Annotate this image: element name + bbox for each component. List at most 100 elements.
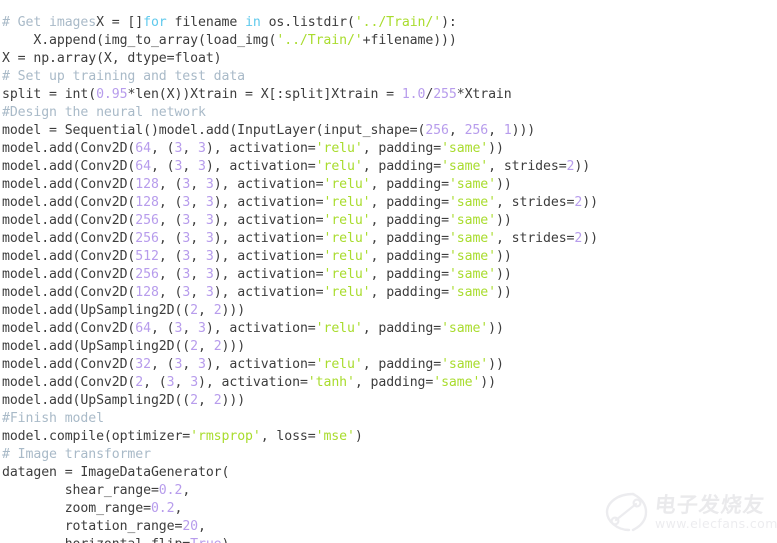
code-token-string: 'same' [448, 213, 496, 229]
code-token-plain: zoom_range= [2, 501, 151, 517]
code-token-plain: , strides= [495, 195, 575, 211]
code-token-plain: model.compile(optimizer= [2, 429, 191, 445]
code-token-number: 0.2 [158, 483, 183, 499]
code-token-comment: # Get images [2, 15, 97, 31]
code-token-plain: , [198, 303, 214, 319]
code-token-plain: , ( [150, 141, 175, 157]
code-token-plain: , [198, 339, 214, 355]
code-line: model = Sequential()model.add(InputLayer… [2, 122, 777, 140]
code-token-plain: , padding= [362, 321, 442, 337]
code-token-plain: model.add(Conv2D( [2, 177, 136, 193]
code-token-string: 'relu' [315, 141, 363, 157]
code-token-plain: , [182, 141, 199, 157]
code-token-plain: model.add(Conv2D( [2, 357, 136, 373]
code-token-plain: , ( [158, 195, 183, 211]
code-token-plain: model.add(Conv2D( [2, 267, 136, 283]
code-token-number: 3 [182, 285, 191, 301]
code-token-string: 'relu' [323, 231, 371, 247]
code-token-plain: , [198, 393, 214, 409]
code-token-plain: ))) [511, 123, 536, 139]
code-token-plain: , ( [158, 285, 183, 301]
code-token-plain: , [198, 519, 206, 535]
code-token-number: 3 [182, 213, 191, 229]
code-token-plain: , padding= [362, 159, 442, 175]
code-token-plain: model.add(Conv2D( [2, 249, 136, 265]
code-token-plain: )) [582, 231, 598, 247]
code-token-plain: os.listdir( [260, 15, 355, 31]
code-line: X = np.array(X, dtype=float) [2, 50, 777, 68]
code-token-plain: ), activation= [213, 267, 324, 283]
code-token-plain: )) [488, 141, 504, 157]
code-token-plain: , [190, 285, 206, 301]
code-token-plain: shear_range= [2, 483, 159, 499]
code-line: model.add(Conv2D(64, (3, 3), activation=… [2, 320, 777, 338]
code-token-string: 'same' [433, 375, 481, 391]
code-token-plain: ), activation= [213, 285, 324, 301]
code-token-plain: , [190, 249, 206, 265]
code-token-string: 'same' [441, 357, 489, 373]
code-token-plain: , [182, 357, 199, 373]
code-token-number: 3 [205, 213, 214, 229]
code-token-plain: )) [488, 321, 504, 337]
code-line: model.add(UpSampling2D((2, 2))) [2, 392, 777, 410]
code-token-number: 1 [503, 123, 512, 139]
code-token-number: 3 [205, 231, 214, 247]
code-token-plain: datagen = ImageDataGenerator( [2, 465, 230, 481]
code-token-number: 128 [135, 195, 159, 211]
code-token-comment: #Finish model [2, 411, 104, 427]
code-screenshot: # Get imagesX = []for filename in os.lis… [0, 0, 777, 543]
code-token-string: 'relu' [323, 267, 371, 283]
code-token-plain: , padding= [362, 141, 442, 157]
code-token-plain: , [488, 123, 504, 139]
code-token-plain: , [190, 213, 206, 229]
code-token-comment: # Image transformer [2, 447, 151, 463]
code-token-plain: , ( [150, 321, 175, 337]
code-token-plain: , ( [158, 267, 183, 283]
code-line: split = int(0.95*len(X))Xtrain = X[:spli… [2, 86, 777, 104]
code-token-plain: ), activation= [213, 195, 324, 211]
code-line: model.add(UpSampling2D((2, 2))) [2, 338, 777, 356]
code-token-plain: +filename))) [362, 33, 457, 49]
code-token-number: 256 [135, 231, 159, 247]
code-token-plain: rotation_range= [2, 519, 183, 535]
code-token-number: 128 [135, 177, 159, 193]
code-line: model.add(Conv2D(2, (3, 3), activation='… [2, 374, 777, 392]
code-token-number: 256 [464, 123, 489, 139]
code-token-plain: , ( [158, 213, 183, 229]
code-token-plain: ))) [221, 339, 246, 355]
code-token-plain: )) [495, 285, 512, 301]
code-token-string: 'relu' [323, 195, 371, 211]
code-token-plain: , [182, 483, 191, 499]
code-token-string: 'same' [448, 267, 496, 283]
code-token-string: 'same' [441, 321, 489, 337]
code-line: # Image transformer [2, 446, 777, 464]
code-token-number: 2 [213, 303, 222, 319]
code-token-number: 3 [205, 195, 214, 211]
code-token-number: 3 [198, 321, 206, 337]
code-token-string: 'relu' [323, 177, 371, 193]
code-token-plain: , [190, 195, 206, 211]
code-block[interactable]: # Get imagesX = []for filename in os.lis… [0, 13, 777, 543]
code-token-plain: , [174, 501, 183, 517]
code-token-plain: )) [488, 357, 504, 373]
code-token-string: 'tanh' [307, 375, 355, 391]
code-token-plain: , ( [158, 231, 183, 247]
code-line: X.append(img_to_array(load_img('../Train… [2, 32, 777, 50]
code-token-plain: ), activation= [205, 141, 316, 157]
code-token-string: 'rmsprop' [190, 429, 261, 445]
code-token-plain: model.add(UpSampling2D(( [2, 339, 191, 355]
code-token-string: 'relu' [315, 321, 363, 337]
code-token-number: 2 [190, 303, 198, 319]
code-token-number: 256 [135, 267, 159, 283]
code-token-plain: , [190, 231, 206, 247]
code-token-number: 3 [198, 141, 206, 157]
code-line: zoom_range=0.2, [2, 500, 777, 518]
code-token-string: 'same' [441, 159, 489, 175]
code-token-number: 256 [425, 123, 449, 139]
code-line: model.add(Conv2D(512, (3, 3), activation… [2, 248, 777, 266]
code-token-plain: ))) [221, 393, 246, 409]
code-token-plain: , padding= [370, 267, 450, 283]
code-token-plain: , padding= [362, 357, 442, 373]
code-token-comment: #Design the neural network [2, 105, 206, 121]
code-token-number: 64 [135, 159, 151, 175]
